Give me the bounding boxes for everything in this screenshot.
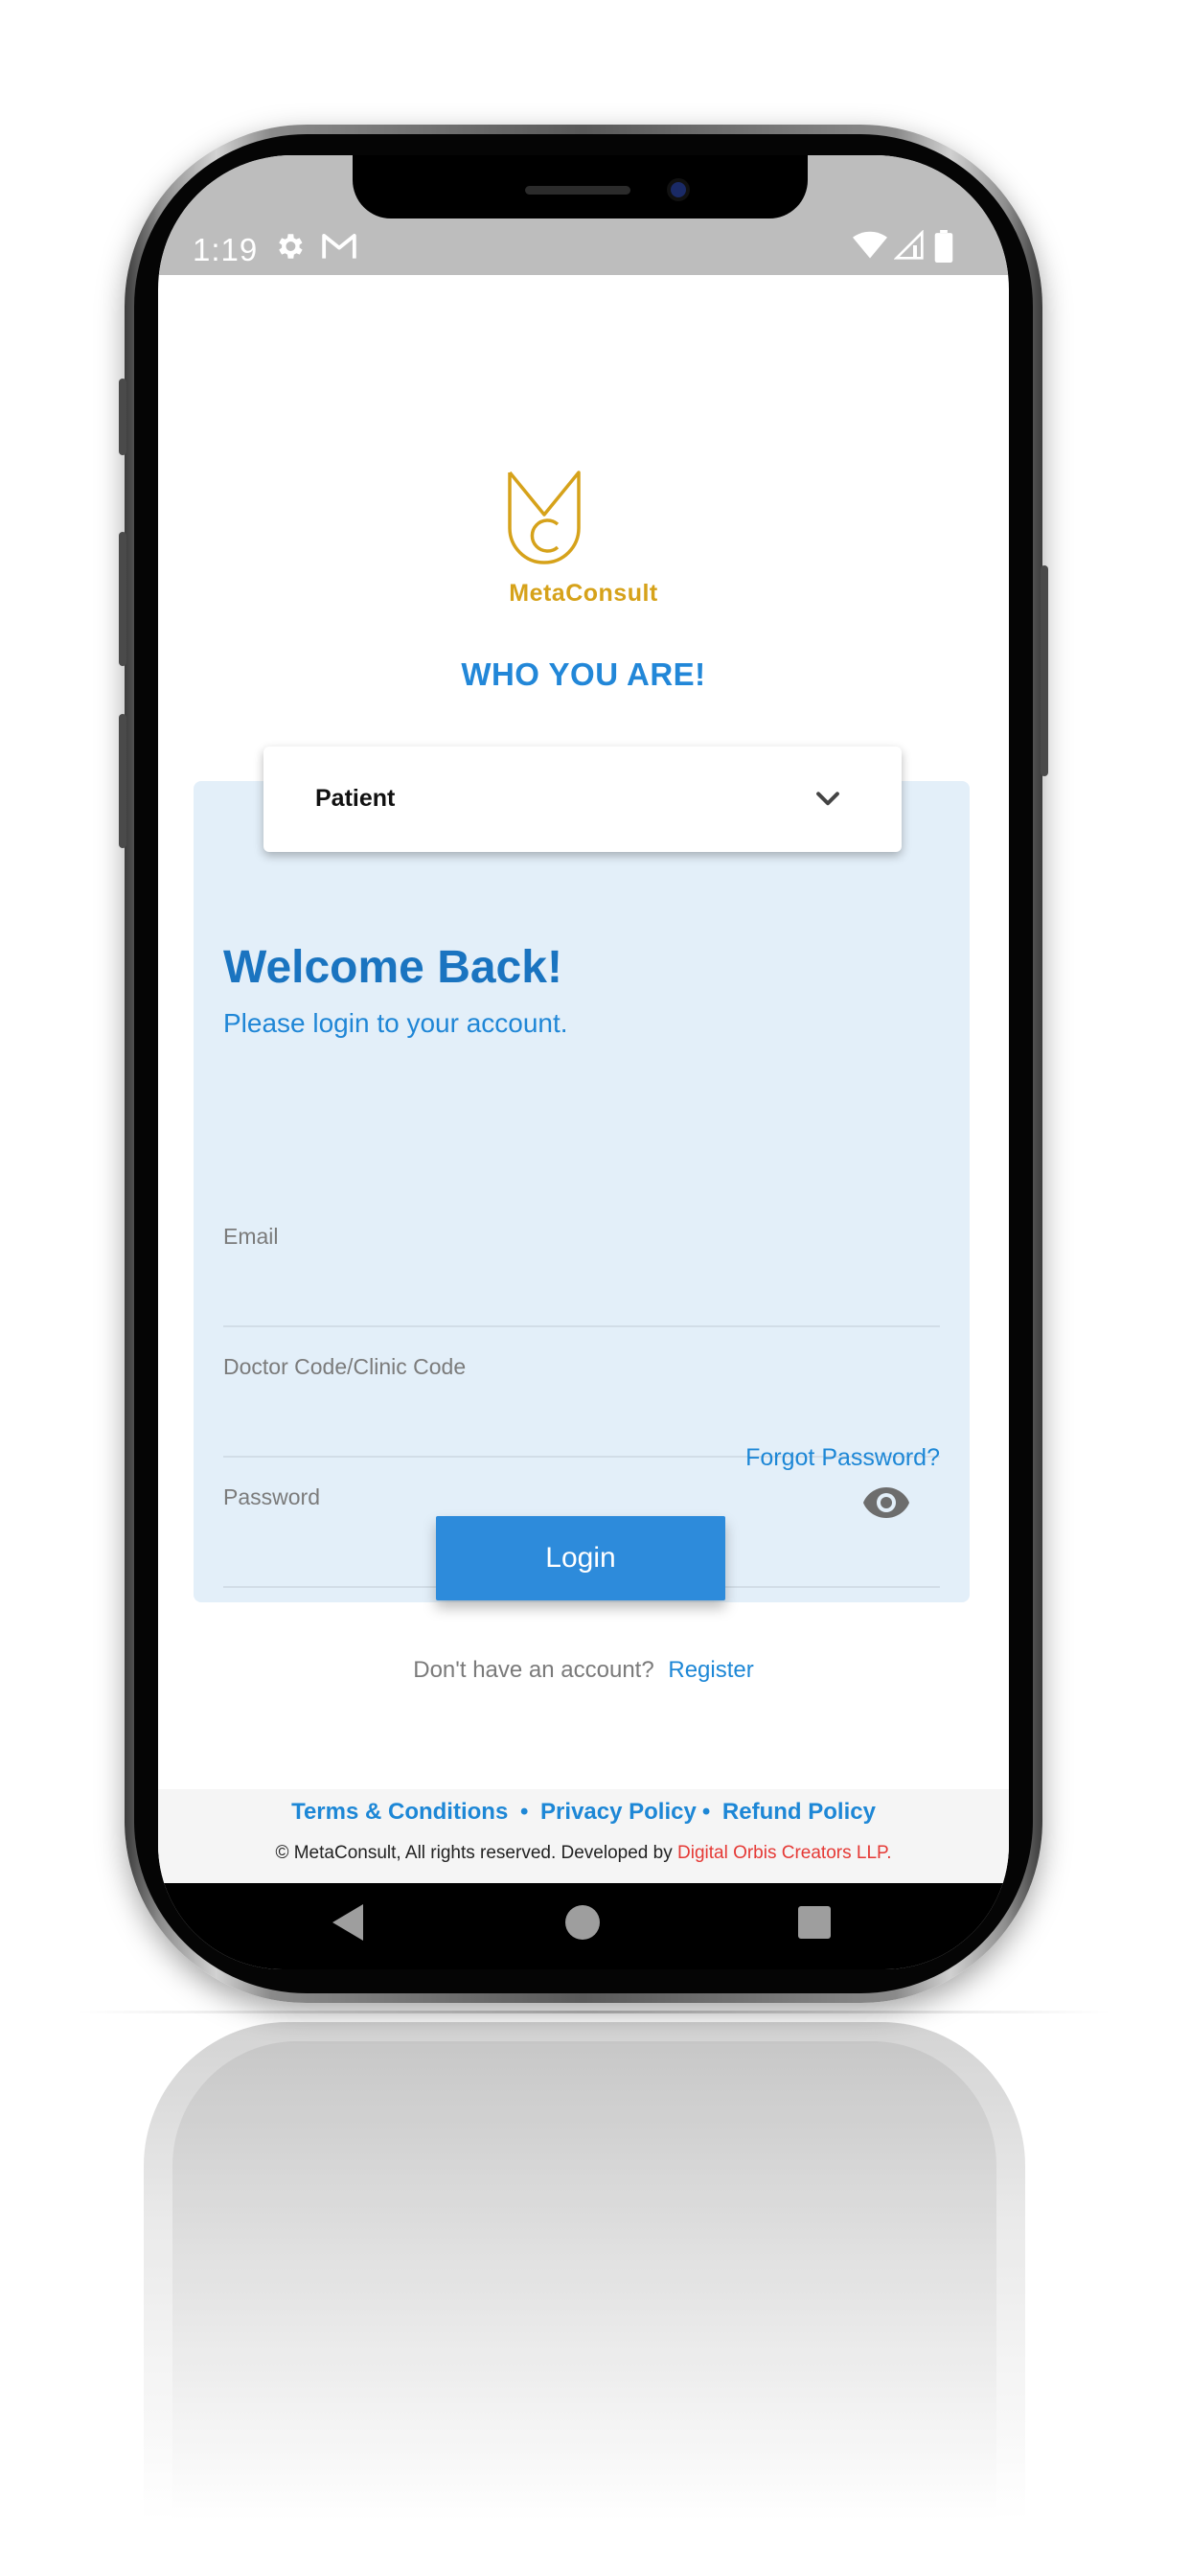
notch bbox=[353, 155, 808, 218]
footer: Terms & Conditions • Privacy Policy • Ref… bbox=[158, 1789, 1009, 1883]
selected-role: Patient bbox=[315, 785, 396, 812]
settings-gear-icon bbox=[279, 234, 303, 259]
show-password-eye-icon[interactable] bbox=[861, 1484, 911, 1521]
volume-down-button bbox=[119, 714, 126, 848]
copyright-text: © MetaConsult, All rights reserved. Deve… bbox=[158, 1843, 1009, 1864]
terms-link[interactable]: Terms & Conditions bbox=[291, 1799, 508, 1825]
side-button bbox=[119, 379, 126, 455]
doctor-code-field[interactable]: Doctor Code/Clinic Code bbox=[223, 1325, 940, 1458]
footer-separator: • bbox=[519, 1799, 529, 1825]
wifi-icon bbox=[853, 231, 887, 259]
refund-policy-link[interactable]: Refund Policy bbox=[722, 1799, 876, 1825]
email-field[interactable]: Email bbox=[223, 1195, 940, 1327]
welcome-heading: Welcome Back! bbox=[223, 942, 562, 993]
register-row: Don't have an account? Register bbox=[158, 1657, 1009, 1684]
phone-reflection bbox=[144, 2022, 1025, 2520]
brand-name: MetaConsult bbox=[509, 580, 658, 607]
footer-links: Terms & Conditions • Privacy Policy • Ref… bbox=[158, 1799, 1009, 1826]
battery-icon bbox=[934, 230, 953, 263]
front-camera bbox=[671, 182, 686, 197]
status-bar: 1:19 bbox=[158, 155, 1009, 275]
login-subtitle: Please login to your account. bbox=[223, 1008, 568, 1038]
floor-shadow bbox=[77, 2011, 1111, 2013]
privacy-policy-link[interactable]: Privacy Policy bbox=[540, 1799, 697, 1825]
login-button[interactable]: Login bbox=[436, 1516, 725, 1600]
metaconsult-logo-icon bbox=[508, 471, 581, 564]
email-placeholder: Email bbox=[223, 1224, 279, 1249]
role-section-title: WHO YOU ARE! bbox=[461, 656, 706, 692]
cellular-signal-icon bbox=[894, 230, 924, 260]
back-icon[interactable] bbox=[331, 1902, 365, 1943]
register-link[interactable]: Register bbox=[668, 1657, 753, 1683]
phone-screen: 1:19 MetaConsult WHO YOU ARE! Patient We… bbox=[158, 155, 1009, 1969]
forgot-password-link[interactable]: Forgot Password? bbox=[745, 1444, 940, 1472]
copyright-label: © MetaConsult, All rights reserved. Deve… bbox=[275, 1843, 673, 1863]
developer-link[interactable]: Digital Orbis Creators LLP. bbox=[677, 1843, 892, 1863]
doctor-code-placeholder: Doctor Code/Clinic Code bbox=[223, 1354, 467, 1379]
earpiece-speaker bbox=[525, 186, 630, 195]
status-time: 1:19 bbox=[193, 232, 259, 267]
chevron-down-icon bbox=[816, 792, 839, 806]
home-icon[interactable] bbox=[565, 1905, 600, 1940]
recent-apps-icon[interactable] bbox=[798, 1906, 831, 1939]
volume-up-button bbox=[119, 532, 126, 666]
password-placeholder: Password bbox=[223, 1484, 320, 1509]
role-select-dropdown[interactable]: Patient bbox=[263, 747, 902, 852]
system-navigation-bar bbox=[158, 1883, 1009, 1969]
power-button bbox=[1041, 565, 1048, 776]
gmail-icon bbox=[322, 234, 356, 259]
no-account-text: Don't have an account? bbox=[413, 1657, 654, 1683]
footer-separator: • bbox=[701, 1799, 711, 1825]
